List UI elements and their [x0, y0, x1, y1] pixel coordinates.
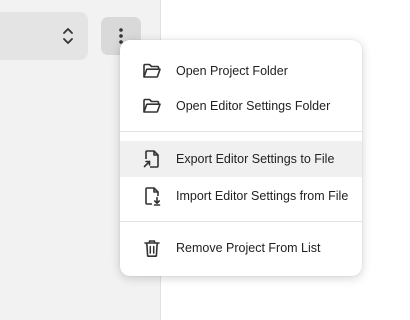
menu-item-label: Open Project Folder: [176, 64, 288, 78]
menu-divider: [120, 221, 362, 222]
context-menu: Open Project Folder Open Editor Settings…: [120, 40, 362, 276]
menu-item-label: Import Editor Settings from File: [176, 189, 349, 203]
project-select[interactable]: [0, 12, 88, 60]
menu-item-open-project-folder[interactable]: Open Project Folder: [120, 53, 362, 89]
trash-icon: [144, 240, 160, 257]
menu-item-open-editor-settings-folder[interactable]: Open Editor Settings Folder: [120, 88, 362, 124]
chevron-up-down-icon: [63, 28, 73, 44]
menu-item-remove-project[interactable]: Remove Project From List: [120, 230, 362, 266]
folder-open-icon: [143, 98, 161, 113]
file-import-icon: [145, 187, 161, 206]
folder-open-icon: [143, 63, 161, 78]
menu-item-label: Remove Project From List: [176, 241, 321, 255]
menu-item-export-editor-settings[interactable]: Export Editor Settings to File: [120, 141, 362, 177]
menu-item-label: Open Editor Settings Folder: [176, 99, 331, 113]
file-export-icon: [143, 150, 159, 168]
menu-item-label: Export Editor Settings to File: [176, 152, 335, 166]
menu-divider: [120, 131, 362, 132]
menu-item-import-editor-settings[interactable]: Import Editor Settings from File: [120, 178, 362, 214]
